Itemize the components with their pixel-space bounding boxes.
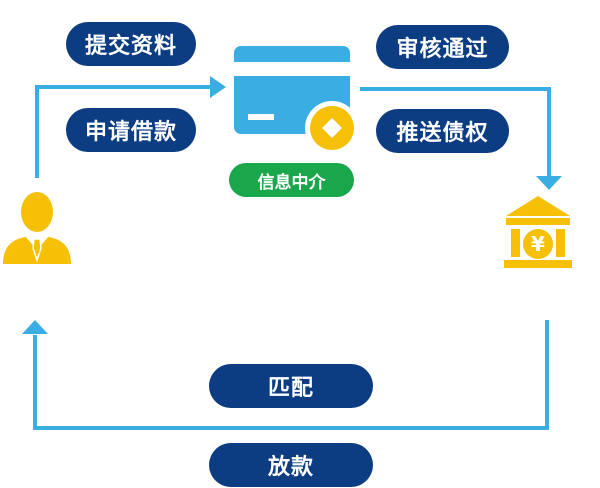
arrowhead-down bbox=[536, 176, 562, 190]
arrowhead-up bbox=[22, 320, 48, 334]
step-submit-materials: 提交资料 bbox=[66, 22, 196, 66]
intermediary-label: 信息中介 bbox=[229, 163, 354, 197]
step-review-passed: 审核通过 bbox=[376, 25, 509, 69]
step-match: 匹配 bbox=[209, 364, 373, 408]
step-push-claims: 推送债权 bbox=[376, 109, 509, 153]
coin-icon bbox=[305, 101, 359, 155]
bank-icon: ¥ bbox=[504, 196, 572, 268]
yuan-symbol: ¥ bbox=[531, 232, 545, 256]
step-lend: 放款 bbox=[209, 443, 373, 487]
person-icon bbox=[3, 192, 71, 264]
step-apply-loan: 申请借款 bbox=[66, 108, 196, 152]
arrowhead-right bbox=[210, 76, 226, 98]
